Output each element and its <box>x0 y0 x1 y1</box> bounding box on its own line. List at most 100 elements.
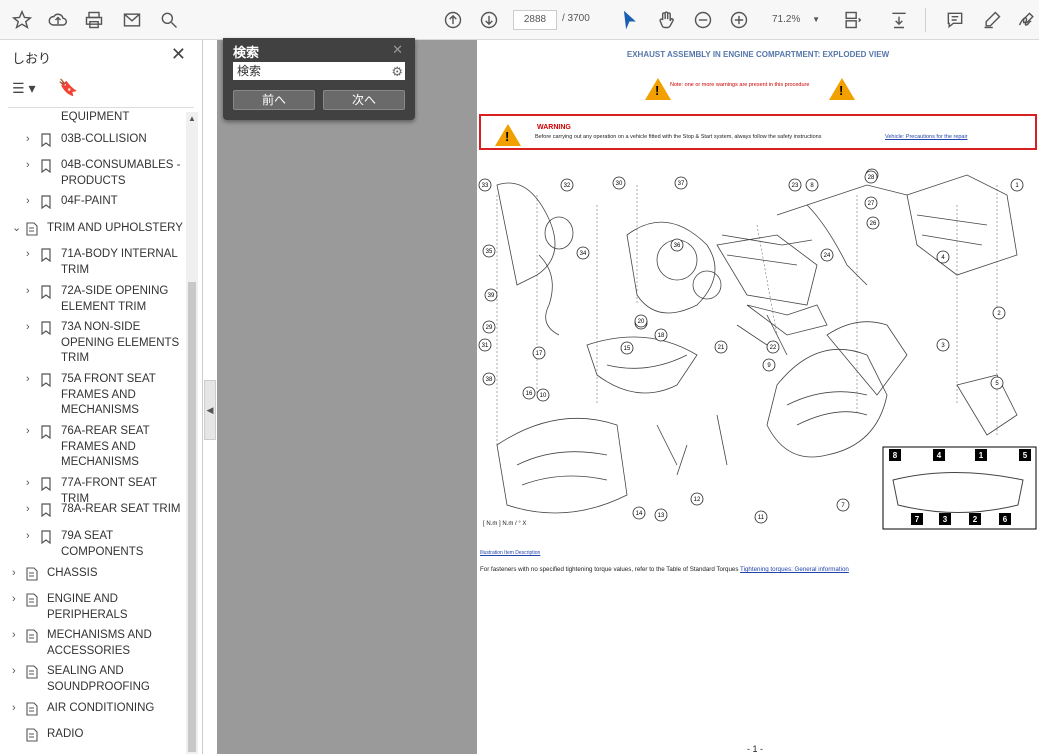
callout-27: 27 <box>864 196 878 210</box>
email-icon[interactable] <box>120 8 144 32</box>
page-layout-icon[interactable] <box>840 8 864 32</box>
warning-link[interactable]: Vehicle: Precautions for the repair <box>885 134 968 140</box>
zoom-out-icon[interactable] <box>691 8 715 32</box>
chevron-right-icon[interactable]: › <box>26 194 30 210</box>
print-icon[interactable] <box>82 8 106 32</box>
callout-13: 13 <box>654 508 668 522</box>
panel-header: しおり ✕ <box>0 40 202 72</box>
callout-18: 18 <box>654 328 668 342</box>
chevron-right-icon[interactable]: › <box>26 247 30 263</box>
comment-icon[interactable] <box>943 8 967 32</box>
callout-22: 22 <box>766 340 780 354</box>
bookmark-icon <box>41 133 51 147</box>
svg-text:3: 3 <box>943 515 948 524</box>
chevron-right-icon[interactable]: › <box>26 158 30 174</box>
scrollbar[interactable]: ▲ <box>186 112 198 754</box>
close-icon[interactable]: ✕ <box>171 44 186 65</box>
torque-link[interactable]: Tightening torques: General information <box>740 566 849 573</box>
bookmark-icon <box>41 503 51 517</box>
bookmark-label: TRIM AND UPHOLSTERY <box>47 222 183 234</box>
options-menu-icon[interactable]: ☰ ▾ <box>12 80 35 97</box>
bookmark-label: 04F-PAINT <box>61 195 118 207</box>
scrollbar-thumb[interactable] <box>188 282 196 752</box>
chevron-right-icon[interactable]: › <box>26 502 30 518</box>
chevron-right-icon[interactable]: › <box>26 132 30 148</box>
next-result-button[interactable]: 次へ <box>323 90 405 110</box>
svg-text:33: 33 <box>482 183 489 189</box>
svg-text:31: 31 <box>482 343 489 349</box>
document-bookmark-icon <box>26 728 38 742</box>
callout-3: 3 <box>936 338 950 352</box>
document-bookmark-icon <box>26 593 38 607</box>
chevron-right-icon[interactable]: › <box>26 284 30 300</box>
chevron-right-icon[interactable]: › <box>26 424 30 440</box>
prev-result-button[interactable]: 前へ <box>233 90 315 110</box>
download-icon[interactable] <box>887 8 911 32</box>
chevron-right-icon[interactable]: › <box>12 664 16 680</box>
torque-legend: [ N.m ] N.m / ° X <box>483 521 526 527</box>
search-input[interactable]: 検索 ⚙ <box>233 62 405 80</box>
select-cursor-icon[interactable] <box>617 8 641 32</box>
sign-icon[interactable] <box>1015 8 1039 32</box>
bookmark-label: 03B-COLLISION <box>61 133 147 145</box>
svg-text:34: 34 <box>580 251 587 257</box>
svg-text:4: 4 <box>937 451 942 460</box>
chevron-right-icon[interactable]: › <box>12 592 16 608</box>
svg-text:1: 1 <box>979 451 984 460</box>
close-icon[interactable]: ✕ <box>392 42 403 58</box>
search-icon[interactable] <box>157 8 181 32</box>
svg-text:26: 26 <box>870 221 877 227</box>
chevron-right-icon[interactable]: › <box>26 372 30 388</box>
document-bookmark-icon <box>26 702 38 716</box>
pen-icon[interactable] <box>980 8 1004 32</box>
chevron-right-icon[interactable]: › <box>26 320 30 336</box>
page-number-input[interactable]: 2888 <box>513 10 557 30</box>
callout-28: 28 <box>864 170 878 184</box>
callout-31: 31 <box>478 338 492 352</box>
callout-14: 14 <box>632 506 646 520</box>
callout-23: 23 <box>788 178 802 192</box>
chevron-right-icon[interactable]: › <box>12 566 16 582</box>
callout-17: 17 <box>532 346 546 360</box>
document-bookmark-icon <box>26 222 38 236</box>
warning-icon: ! <box>645 78 671 100</box>
chevron-down-icon[interactable]: ⌄ <box>12 221 21 237</box>
gear-icon[interactable]: ⚙ <box>391 63 403 81</box>
chevron-right-icon[interactable]: › <box>26 529 30 545</box>
svg-text:12: 12 <box>694 497 701 503</box>
svg-text:17: 17 <box>536 351 543 357</box>
callout-38: 38 <box>482 372 496 386</box>
note-text: For fasteners with no specified tighteni… <box>480 566 739 573</box>
warning-box: ! WARNING Before carrying out any operat… <box>479 114 1037 150</box>
chevron-right-icon[interactable]: › <box>12 701 16 717</box>
callout-8: 8 <box>805 178 819 192</box>
callout-26: 26 <box>866 216 880 230</box>
prev-page-icon[interactable] <box>441 8 465 32</box>
chevron-right-icon[interactable]: › <box>12 628 16 644</box>
bookmarks-panel: しおり ✕ ☰ ▾ 🔖 EQUIPMENT › 03B-COLLISION › 04B-… <box>0 40 203 754</box>
callout-11: 11 <box>754 510 768 524</box>
inset-number-3: 3 <box>939 513 951 525</box>
warning-body: Before carrying out any operation on a v… <box>535 134 822 140</box>
bookmark-label: CHASSIS <box>47 567 98 579</box>
next-page-icon[interactable] <box>477 8 501 32</box>
collapse-panel-handle[interactable]: ◀ <box>204 380 216 440</box>
zoom-in-icon[interactable] <box>727 8 751 32</box>
bookmark-label: 73A NON-SIDE OPENING ELEMENTS TRIM <box>61 321 180 364</box>
bookmark-icon <box>41 159 51 173</box>
chevron-right-icon[interactable]: › <box>26 476 30 492</box>
illustration-link[interactable]: Illustration Item Description <box>480 550 540 556</box>
callout-36: 36 <box>670 238 684 252</box>
upload-icon[interactable] <box>46 8 70 32</box>
page-footer-number: - 1 - <box>747 744 764 754</box>
find-bookmark-icon[interactable]: 🔖 <box>58 78 78 98</box>
svg-text:18: 18 <box>658 333 665 339</box>
scroll-up-icon[interactable]: ▲ <box>188 114 196 123</box>
hand-tool-icon[interactable] <box>654 8 678 32</box>
svg-text:23: 23 <box>792 183 799 189</box>
svg-text:11: 11 <box>758 515 765 521</box>
bookmark-star-icon[interactable] <box>10 8 34 32</box>
zoom-select[interactable]: 71.2% ▼ <box>762 10 824 30</box>
document-bookmark-icon <box>26 567 38 581</box>
bookmark-icon <box>41 195 51 209</box>
